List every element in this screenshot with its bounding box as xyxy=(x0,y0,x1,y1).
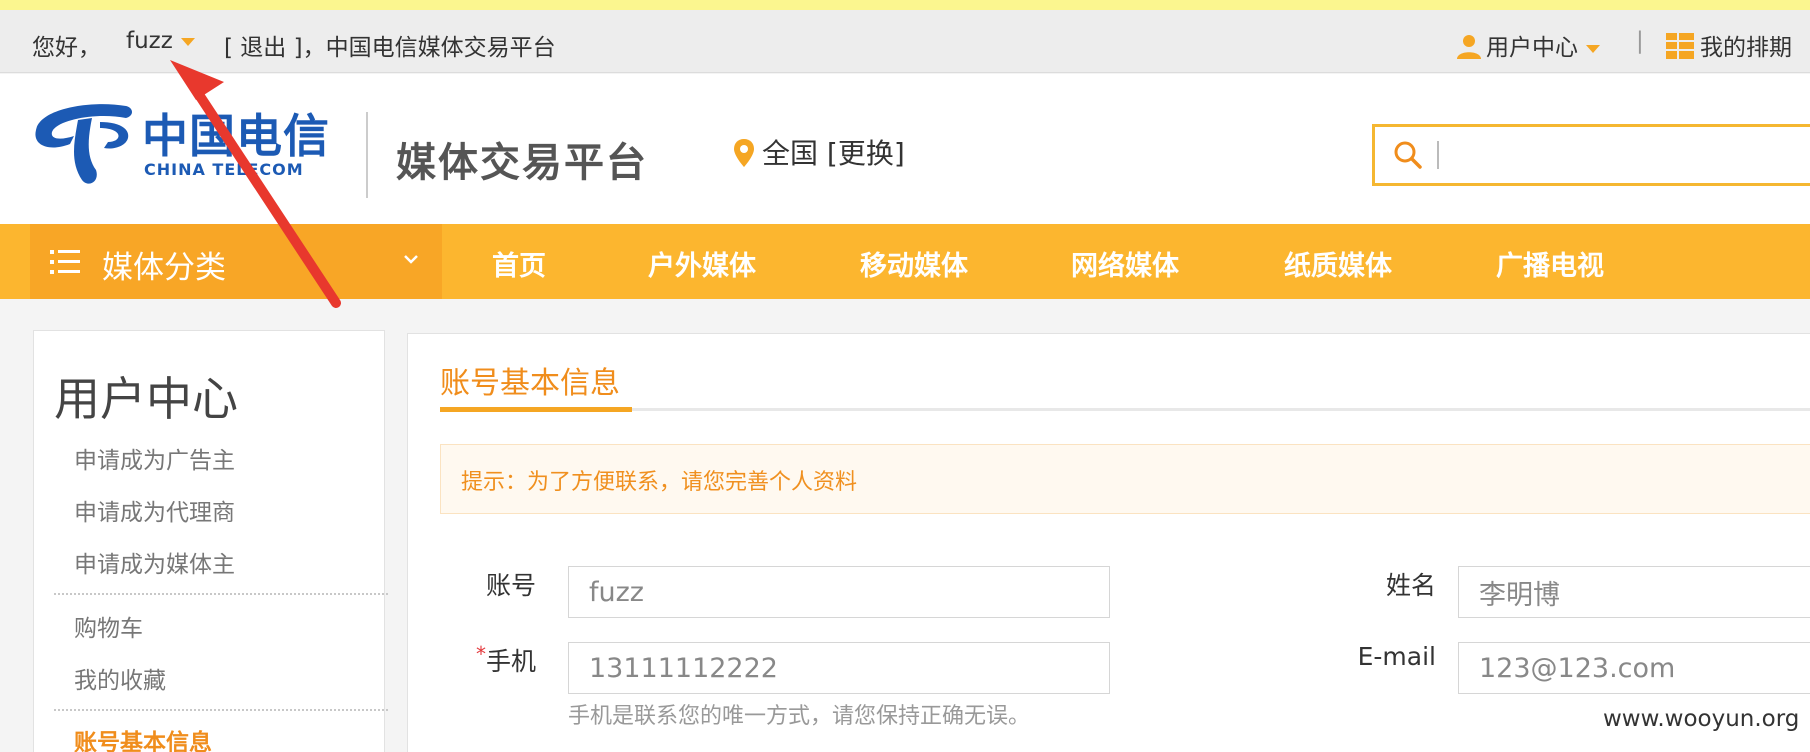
required-marker: * xyxy=(475,642,486,666)
sidebar-item-apply-agent[interactable]: 申请成为代理商 xyxy=(74,493,235,527)
title-rule xyxy=(440,408,1810,411)
media-category-menu[interactable]: 媒体分类 xyxy=(30,224,442,299)
user-center-menu[interactable]: 用户中心 xyxy=(1456,28,1600,62)
schedule-grid-icon xyxy=(1666,33,1694,59)
topbar-separator: | xyxy=(1636,28,1644,54)
location-pin-icon xyxy=(734,139,754,167)
region-selector[interactable]: 全国 [更换] xyxy=(734,132,905,172)
username-dropdown[interactable]: fuzz xyxy=(126,28,195,54)
user-icon xyxy=(1457,35,1481,59)
sidebar-title: 用户中心 xyxy=(54,372,238,426)
account-label: 账号 xyxy=(485,571,536,600)
search-input[interactable] xyxy=(1447,133,1807,177)
chevron-down-icon xyxy=(1586,44,1600,53)
list-icon xyxy=(50,250,80,274)
platform-title: 媒体交易平台 xyxy=(396,140,648,186)
sidebar-item-favorites[interactable]: 我的收藏 xyxy=(74,661,166,695)
china-telecom-logo[interactable]: 中国电信 CHINA TELECOM xyxy=(30,96,329,192)
site-header: 中国电信 CHINA TELECOM 媒体交易平台 全国 [更换] xyxy=(0,74,1810,224)
name-label: 姓名 xyxy=(1385,571,1436,600)
search-box[interactable] xyxy=(1372,124,1810,186)
phone-field[interactable] xyxy=(568,642,1110,694)
phone-label: *手机 xyxy=(446,642,536,678)
email-label: E-mail xyxy=(1357,642,1436,671)
top-bar: 您好， fuzz [ 退出 ]，中国电信媒体交易平台 用户中心 | 我的排期 xyxy=(0,10,1810,73)
chevron-down-icon xyxy=(404,255,418,264)
logo-chinese-text: 中国电信 xyxy=(142,109,330,163)
top-accent-strip xyxy=(0,0,1810,10)
greeting-text: 您好， xyxy=(32,35,101,61)
user-center-sidebar: 用户中心 申请成为广告主 申请成为代理商 申请成为媒体主 购物车 我的收藏 账号… xyxy=(33,330,388,752)
my-schedule-link[interactable]: 我的排期 xyxy=(1666,28,1792,62)
china-telecom-logo-mark xyxy=(35,104,132,184)
nav-print-media[interactable]: 纸质媒体 xyxy=(1284,244,1392,283)
sidebar-divider xyxy=(54,593,388,595)
my-schedule-label: 我的排期 xyxy=(1700,35,1792,61)
chevron-down-icon xyxy=(180,37,195,46)
phone-label-text: 手机 xyxy=(485,647,536,676)
sidebar-item-apply-advertiser[interactable]: 申请成为广告主 xyxy=(74,441,235,475)
media-category-label: 媒体分类 xyxy=(102,250,226,286)
email-field[interactable] xyxy=(1458,642,1810,694)
username-label: fuzz xyxy=(126,28,173,54)
region-label: 全国 [更换] xyxy=(762,137,905,170)
watermark: www.wooyun.org xyxy=(1603,706,1800,732)
user-center-label: 用户中心 xyxy=(1486,35,1578,61)
sidebar-item-account-info[interactable]: 账号基本信息 xyxy=(74,723,212,752)
name-field[interactable] xyxy=(1458,566,1810,618)
account-field[interactable] xyxy=(568,566,1110,618)
logout-link[interactable]: [ 退出 ]，中国电信媒体交易平台 xyxy=(224,28,556,62)
phone-hint: 手机是联系您的唯一方式，请您保持正确无误。 xyxy=(568,704,1031,729)
section-title: 账号基本信息 xyxy=(440,366,620,401)
main-nav: 媒体分类 首页 户外媒体 移动媒体 网络媒体 纸质媒体 广播电视 xyxy=(0,224,1810,299)
sidebar-divider xyxy=(54,709,388,711)
search-cursor xyxy=(1437,141,1439,169)
search-icon xyxy=(1394,141,1422,169)
nav-broadcast-tv[interactable]: 广播电视 xyxy=(1496,244,1604,283)
notice-banner: 提示：为了方便联系，请您完善个人资料 xyxy=(440,444,1810,514)
logo-divider xyxy=(366,112,368,198)
nav-online-media[interactable]: 网络媒体 xyxy=(1071,244,1179,283)
sidebar-item-cart[interactable]: 购物车 xyxy=(74,609,143,643)
logo-english-text: CHINA TELECOM xyxy=(144,160,304,179)
sidebar-item-apply-media-owner[interactable]: 申请成为媒体主 xyxy=(74,545,235,579)
title-underline xyxy=(440,407,632,412)
nav-outdoor-media[interactable]: 户外媒体 xyxy=(648,244,756,283)
nav-home[interactable]: 首页 xyxy=(492,244,546,283)
nav-mobile-media[interactable]: 移动媒体 xyxy=(860,244,968,283)
account-info-panel: 账号基本信息 提示：为了方便联系，请您完善个人资料 账号 姓名 *手机 E-ma… xyxy=(407,333,1810,752)
